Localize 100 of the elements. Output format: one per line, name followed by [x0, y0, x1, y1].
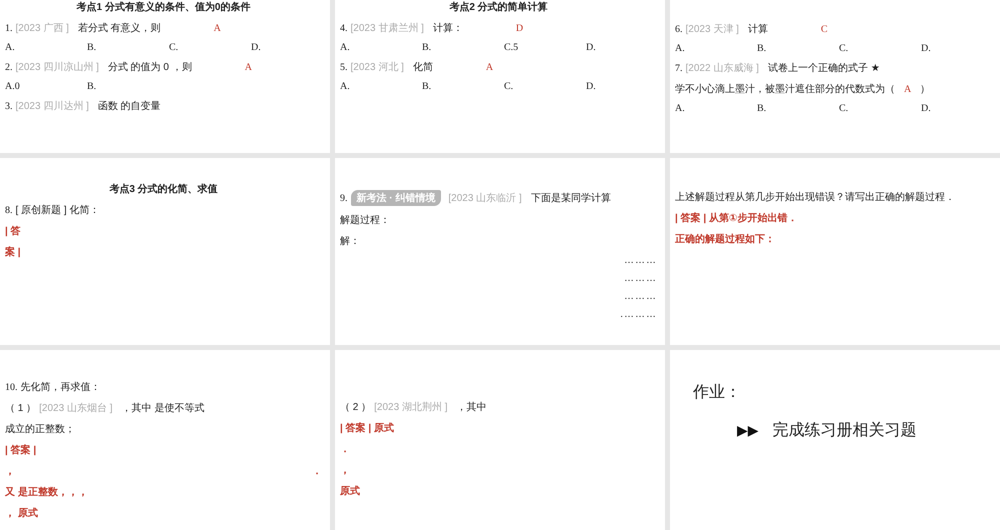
question-text: ，其中 — [456, 400, 486, 414]
question-number: 3. — [5, 101, 12, 112]
slide-thumbnail[interactable]: 考点1 分式有意义的条件、值为0的条件 1. [2023 广西 ] 若分式 有意义，则 A A. B. C. D. 2. [2023 四川凉山州 ] 分式 的值为 0 ，则 A A.0 B. 3. [2023 四川达州 ] 函数 的自变量 — [0, 0, 330, 153]
source-tag: [2023 湖北荆州 ] — [374, 400, 448, 414]
badge: 新考法 · 纠错情境 — [350, 190, 442, 206]
slide-title: 考点2 分式的简单计算 — [449, 0, 548, 14]
option-label: B. — [422, 81, 432, 92]
source-tag: [2023 广西 ] — [16, 21, 69, 35]
answer-note: 原式 — [340, 484, 360, 498]
answer-note: ， — [340, 464, 350, 477]
question-text: 函数 的自变量 — [98, 100, 161, 113]
answer-note: ， 原式 — [5, 506, 38, 520]
option-label: A. — [5, 42, 16, 53]
question-text: 先化简，再求值： — [20, 380, 100, 394]
option-label: B. — [422, 42, 432, 53]
option-label: B. — [757, 103, 768, 114]
dotted-line: ……… — [624, 255, 657, 266]
option-label: B. — [87, 42, 98, 53]
answer-letter: A — [214, 23, 221, 34]
question-number: 10. — [5, 382, 18, 393]
source-tag: [2023 天津 ] — [686, 22, 739, 36]
option-label: D. — [921, 43, 932, 54]
answer-note: ． — [312, 465, 322, 478]
source-tag: [2023 四川达州 ] — [16, 99, 89, 113]
answer-note: | 答案 | 从第①步开始出错． — [675, 211, 798, 225]
slide-title: 考点3 分式的化简、求值 — [109, 182, 218, 196]
slide-title: 考点1 分式有意义的条件、值为0的条件 — [76, 0, 250, 14]
option-label: B. — [87, 81, 98, 92]
question-text: 下面是某同学计算 — [530, 192, 611, 205]
question-text: 化简 — [412, 61, 433, 74]
source-tag: [2023 甘肃兰州 ] — [350, 21, 424, 35]
option-label: D. — [251, 42, 262, 53]
source-tag: [2023 山东烟台 ] — [39, 401, 112, 415]
question-text: 试卷上一个正确的式子 — [768, 62, 868, 75]
slide-thumbnail[interactable]: （ 2 ） [2023 湖北荆州 ] ，其中 | 答案 | 原式 ． ， 原式 — [335, 350, 665, 530]
question-number: 7. — [675, 63, 682, 74]
option-label: B. — [757, 43, 768, 54]
source-tag: [2023 四川凉山州 ] — [16, 60, 99, 74]
question-number: 5. — [340, 62, 348, 73]
question-text: 计算： — [432, 22, 463, 35]
bullet-text: 完成练习册相关习题 — [772, 420, 917, 441]
answer-note: 正确的解题过程如下： — [675, 232, 775, 246]
answer-note: | 答案 | 原式 — [340, 421, 394, 435]
option-label: C. — [504, 81, 514, 92]
question-number: 2. — [5, 62, 12, 73]
option-label: D. — [586, 42, 597, 53]
option-label: D. — [586, 81, 597, 92]
option-label: A.0 — [5, 81, 21, 92]
question-number: 9. — [340, 193, 348, 204]
slide-thumbnail[interactable]: 上述解题过程从第几步开始出现错误？请写出正确的解题过程． | 答案 | 从第①步开始出错． 正确的解题过程如下： — [670, 158, 1000, 345]
option-label: A. — [340, 42, 351, 53]
source-tag: [2023 山东临沂 ] — [448, 191, 522, 205]
dotted-line: .……… — [620, 309, 657, 320]
answer-note: | 答 — [5, 224, 21, 238]
question-text: 解： — [340, 235, 360, 248]
question-text: ，其中 是使不等式 — [121, 402, 204, 415]
answer-letter: C — [820, 24, 828, 35]
question-number: 8. — [5, 205, 12, 216]
option-label: A. — [675, 43, 686, 54]
arrow-bullet: ▶▶ — [737, 422, 759, 439]
question-text: 上述解题过程从第几步开始出现错误？请写出正确的解题过程． — [675, 190, 955, 204]
question-text: 若分式 有意义，则 — [78, 22, 161, 35]
question-text: 解题过程： — [340, 214, 390, 227]
answer-letter: A — [904, 84, 912, 95]
question-text: 成立的正整数； — [5, 422, 75, 436]
question-text: [ 原创新题 ] 化简： — [16, 204, 100, 217]
question-text: 计算 — [748, 22, 768, 36]
slide-thumbnail[interactable]: 考点2 分式的简单计算 4. [2023 甘肃兰州 ] 计算： D A. B. C.5 D. 5. [2023 河北 ] 化简 A A. B. C. D. — [335, 0, 665, 153]
option-label: D. — [921, 103, 932, 114]
slide-heading: 作业： — [693, 382, 741, 403]
question-text: ★ — [870, 63, 880, 74]
option-label: C. — [839, 43, 850, 54]
answer-note: ． — [340, 443, 350, 456]
option-label: A. — [340, 81, 351, 92]
answer-letter: A — [486, 62, 494, 73]
slide-thumbnail[interactable]: 作业： ▶▶ 完成练习册相关习题 — [670, 350, 1000, 530]
source-tag: [2022 山东威海 ] — [686, 61, 759, 75]
question-number: 1. — [5, 23, 12, 34]
question-text: ） — [920, 83, 930, 96]
slide-thumbnail[interactable]: 6. [2023 天津 ] 计算 C A. B. C. D. 7. [2022 山东威海 ] 试卷上一个正确的式子 ★ 学不小心滴上墨汁，被墨汁遮住部分的代数式为（ A ） A. B. C. D. — [670, 0, 1000, 153]
question-text: （ 1 ） — [5, 402, 36, 415]
answer-note: | 答案 | — [5, 443, 36, 457]
dotted-line: ……… — [624, 273, 657, 284]
slide-thumbnail[interactable]: 考点3 分式的化简、求值 8. [ 原创新题 ] 化简： | 答 案 | — [0, 158, 330, 345]
question-number: 4. — [340, 23, 348, 34]
question-text: 学不小心滴上墨汁，被墨汁遮住部分的代数式为（ — [675, 82, 895, 96]
option-label: A. — [675, 103, 686, 114]
answer-note: ， — [5, 465, 15, 478]
option-label: C. — [839, 103, 850, 114]
option-label: C. — [169, 42, 180, 53]
answer-note: 案 | — [5, 245, 21, 259]
slide-thumbnail[interactable]: 10. 先化简，再求值： （ 1 ） [2023 山东烟台 ] ，其中 是使不等式 成立的正整数； | 答案 | ， ． 又 是正整数，，， ， 原式 — [0, 350, 330, 530]
option-label: C.5 — [504, 42, 520, 53]
answer-note: 又 是正整数，，， — [5, 486, 88, 499]
question-text: 分式 的值为 0 ，则 — [108, 60, 192, 74]
source-tag: [2023 河北 ] — [350, 60, 404, 74]
dotted-line: ……… — [624, 291, 657, 302]
answer-letter: D — [516, 23, 524, 34]
slide-thumbnail[interactable]: 9. 新考法 · 纠错情境 [2023 山东临沂 ] 下面是某同学计算 解题过程： 解： ……… ……… ……… .……… — [335, 158, 665, 345]
question-text: （ 2 ） — [340, 401, 372, 414]
